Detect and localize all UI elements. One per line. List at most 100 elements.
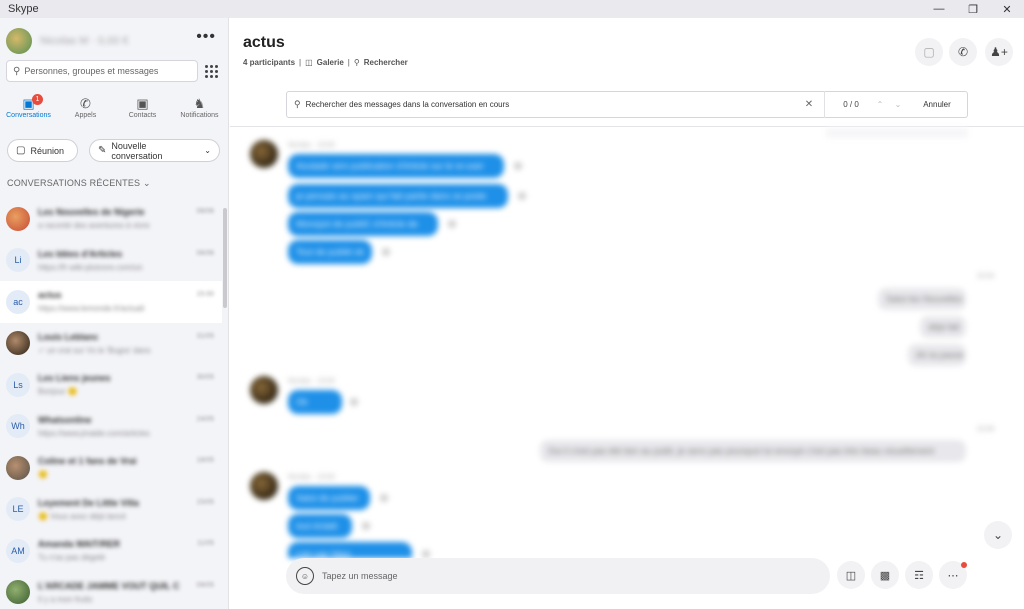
avatar — [250, 472, 278, 500]
send-contact-button[interactable]: ▩ — [871, 561, 899, 589]
sidebar: Nicolas M · 0,00 € ••• ⚲ Personnes, grou… — [0, 18, 229, 609]
message-bubble[interactable]: tout éclaté — [288, 514, 352, 538]
conversation-time: 06/06 — [196, 249, 214, 257]
video-call-button[interactable]: ▢ — [915, 38, 943, 66]
conversation-item-selected[interactable]: ac actus https://www.lemonde.fr/actuali 1… — [0, 281, 222, 323]
message-area: Nicolas · 15:00 Aoulade vers publication… — [230, 128, 1024, 558]
conversation-snippet: https://fr-wiki-plutvore.com/un — [38, 262, 143, 272]
header-divider — [230, 126, 1024, 127]
conversation-item[interactable]: Li Les Idées d'Articles https://fr-wiki-p… — [0, 240, 222, 282]
participants-count[interactable]: 4 participants — [243, 58, 295, 67]
message-bubble[interactable]: Aoulade vers publication d'Article sur l… — [288, 154, 504, 178]
conversation-item[interactable]: Coline et 1 fans de Vrai 🙂 18/05 — [0, 447, 222, 489]
recent-conversations-header[interactable]: CONVERSATIONS RÉCENTES ⌄ — [7, 178, 151, 189]
tab-notifications[interactable]: ♞ Notifications — [171, 96, 228, 128]
message-bubble[interactable]: Salut de publier — [288, 486, 370, 510]
chat-title[interactable]: actus — [243, 34, 285, 52]
more-options-icon[interactable]: ••• — [196, 28, 216, 46]
file-icon: ☶ — [914, 569, 924, 582]
message-bubble[interactable]: Tout de publié ok — [288, 240, 372, 264]
clear-search-icon[interactable]: ✕ — [800, 99, 818, 110]
scroll-to-bottom-button[interactable]: ⌄ — [984, 521, 1012, 549]
notification-dot — [961, 562, 967, 568]
restore-button[interactable]: ❐ — [956, 0, 990, 18]
video-camera-icon: ▢ — [923, 45, 935, 59]
message-bubble[interactable]: Salut les Nouvelles — [878, 288, 966, 310]
phone-icon: ✆ — [957, 45, 969, 59]
tab-label: Contacts — [128, 112, 157, 119]
new-conversation-button[interactable]: ✎ Nouvelle conversation ⌄ — [89, 139, 220, 162]
find-input[interactable]: Rechercher des messages dans la conversa… — [306, 100, 800, 109]
add-people-button[interactable]: ♟+ — [985, 38, 1013, 66]
conversation-item[interactable]: LE Leyement De Little Villa 🙂 Vous avez d… — [0, 489, 222, 531]
message-bubble[interactable]: Monopol de publiC d'Article de — [288, 212, 438, 236]
chevron-down-icon: ⌄ — [142, 178, 151, 188]
find-bar: ⚲ Rechercher des messages dans la conver… — [286, 91, 968, 118]
audio-call-button[interactable]: ✆ — [949, 38, 977, 66]
conversation-item[interactable]: Les Nouvelles de Nigerie a raconté des av… — [0, 198, 222, 240]
more-options-button[interactable]: ⋯ — [939, 561, 967, 589]
dialpad-icon[interactable] — [202, 62, 220, 80]
search-placeholder: Personnes, groupes et messages — [24, 66, 159, 76]
send-media-button[interactable]: ◫ — [837, 561, 865, 589]
profile-avatar[interactable] — [6, 28, 32, 54]
phone-icon: ✆ — [80, 96, 91, 111]
profile[interactable]: Nicolas M · 0,00 € — [6, 28, 129, 54]
avatar — [6, 580, 30, 605]
chevron-down-icon: ⌄ — [204, 146, 211, 155]
conversation-snippet: https://www.jmaide.com/articles — [38, 428, 150, 438]
bell-icon: ♞ — [193, 96, 206, 111]
conversation-title: Les Nouvelles de Nigerie — [38, 207, 145, 218]
conversation-item[interactable]: AM Amanda WAIT/RER Tu n'as pas dégelé 11/… — [0, 530, 222, 572]
tab-conversations[interactable]: ▣ 1 Conversations — [0, 94, 57, 128]
message-time: 15:09 — [976, 426, 994, 433]
conversation-item[interactable]: Ls Les Liens jeunes Bonjour 🙂 30/05 — [0, 364, 222, 406]
search-icon: ⚲ — [294, 99, 301, 109]
message-bubble[interactable]: Ah ta passe — [908, 344, 966, 366]
conversation-title: actus — [38, 290, 62, 301]
avatar: LE — [6, 497, 30, 522]
contact-card-icon: ▩ — [879, 569, 891, 582]
conversation-item[interactable]: L'ARCADE JAMME VOUT QUIL C Il y a mon fru… — [0, 572, 222, 609]
tab-label: Notifications — [180, 112, 219, 119]
sidebar-scrollbar[interactable] — [223, 208, 227, 308]
nav-tabs: ▣ 1 Conversations ✆ Appels ▣ Contacts ♞ … — [0, 94, 228, 128]
search-link[interactable]: Rechercher — [364, 58, 408, 67]
message-composer[interactable]: ☺ Tapez un message — [286, 558, 830, 594]
message-bubble[interactable]: Ok — [288, 390, 342, 414]
chat-subtitle: 4 participants | ◫ Galerie | ⚲ Rechercher — [243, 58, 408, 67]
find-next-icon[interactable]: ⌄ — [889, 100, 907, 109]
conversation-snippet: Tu n'as pas dégelé — [38, 553, 106, 563]
conversation-item[interactable]: Wh Whatsonline https://www.jmaide.com/art… — [0, 406, 222, 448]
meeting-button[interactable]: ▢ Réunion — [7, 139, 78, 162]
avatar: AM — [6, 538, 30, 563]
conversation-item[interactable]: Louis Leblanc ✓ un vrai sur Vs le 'Bugra'… — [0, 323, 222, 365]
conversation-time: 09/05 — [196, 581, 214, 589]
conversation-time: 15/05 — [196, 498, 214, 506]
avatar: ac — [6, 289, 30, 314]
search-input[interactable]: ⚲ Personnes, groupes et messages — [6, 60, 198, 82]
composer-input[interactable]: Tapez un message — [322, 571, 398, 581]
emoji-icon[interactable]: ☺ — [296, 567, 314, 585]
close-button[interactable]: ✕ — [990, 0, 1024, 18]
chat-panel: actus 4 participants | ◫ Galerie | ⚲ Recherc… — [230, 18, 1024, 609]
conversation-time: 11/05 — [197, 540, 214, 547]
sender-name: Nicolas · 15:00 — [288, 474, 335, 481]
find-previous-icon[interactable]: ⌃ — [871, 100, 889, 109]
message-bubble[interactable]: Lien par https — [288, 542, 412, 558]
message-bubble[interactable]: déjà fait — [920, 316, 966, 338]
conversation-snippet: 🙂 Vous avez déjà lancé — [38, 511, 126, 521]
send-file-button[interactable]: ☶ — [905, 561, 933, 589]
tab-label: Conversations — [6, 112, 51, 119]
meeting-label: Réunion — [30, 145, 64, 156]
tab-calls[interactable]: ✆ Appels — [57, 96, 114, 128]
tab-contacts[interactable]: ▣ Contacts — [114, 96, 171, 128]
message-bubble[interactable]: Oui il s'est pas été ben au publi, je se… — [540, 440, 966, 462]
add-person-icon: ♟+ — [990, 45, 1008, 59]
cancel-find-button[interactable]: Annuler — [907, 100, 967, 109]
message-bubble[interactable]: je pensais au spam qui fait partie dans … — [288, 184, 508, 208]
conversation-snippet: https://www.lemonde.fr/actuali — [38, 304, 145, 314]
conversation-list: Les Nouvelles de Nigerie a raconté des av… — [0, 198, 222, 609]
gallery-link[interactable]: Galerie — [317, 58, 344, 67]
minimize-button[interactable]: — — [922, 0, 956, 18]
